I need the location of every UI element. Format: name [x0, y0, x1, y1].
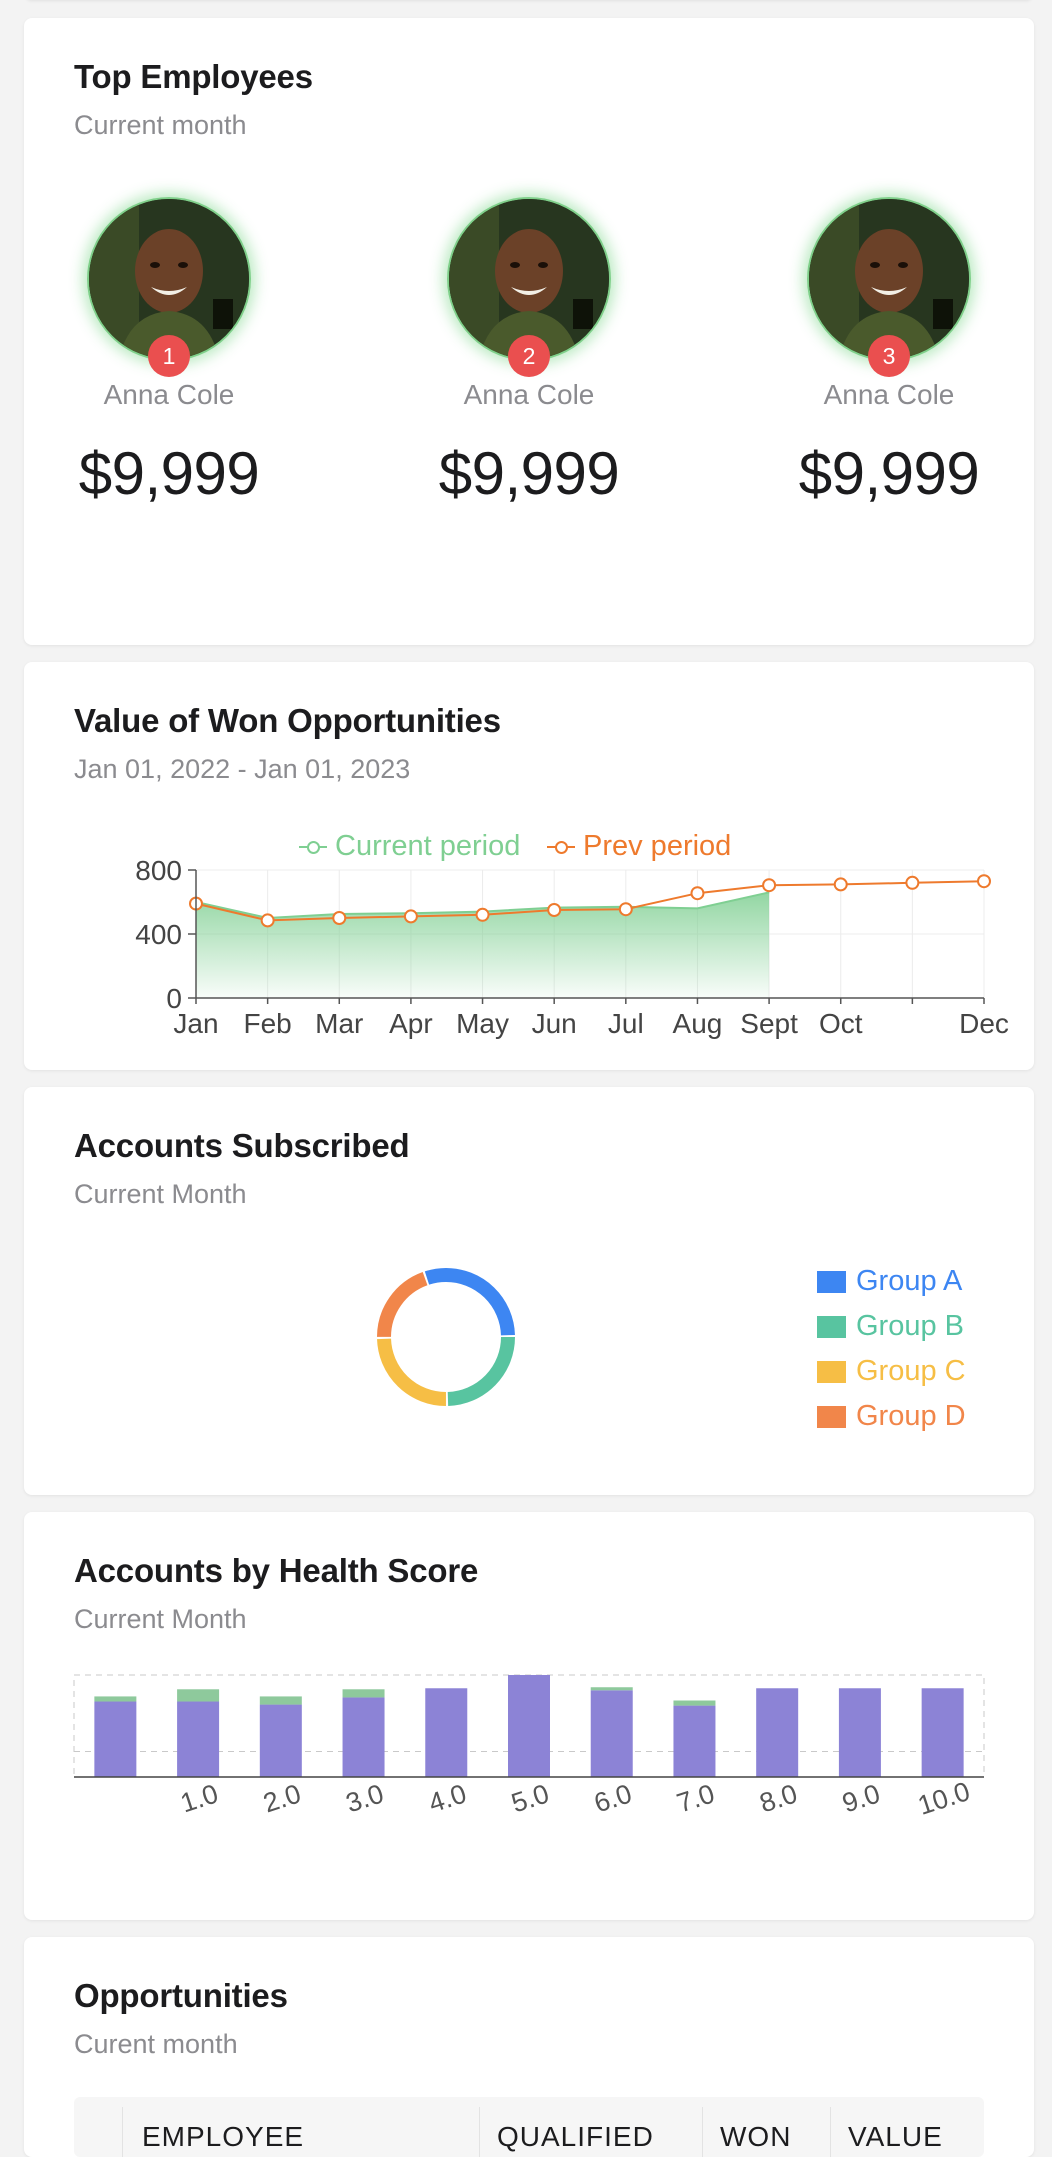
rank-badge: 2: [508, 335, 550, 377]
x-tick-label: Dec: [959, 1008, 1009, 1039]
bar-segment-primary: [673, 1705, 716, 1777]
bar-segment-primary: [921, 1688, 964, 1777]
employee-amount: $9,999: [78, 440, 260, 507]
x-tick-label: Feb: [244, 1008, 292, 1039]
bar-segment-primary: [342, 1697, 385, 1777]
prev-period-point: [762, 878, 777, 893]
employee-name: Anna Cole: [823, 379, 955, 410]
bar-segment-secondary: [342, 1689, 385, 1698]
prev-period-point: [260, 913, 275, 928]
employee-amount: $9,999: [438, 440, 620, 507]
employee-card[interactable]: 1 Anna Cole $9,999: [69, 183, 269, 508]
legend-swatch: [817, 1405, 846, 1428]
accounts-subscribed-card: Accounts Subscribed Current Month Group …: [24, 1087, 1034, 1495]
x-tick-label: 4.0: [425, 1778, 470, 1818]
rank-badge: 3: [868, 335, 910, 377]
prev-period-point: [547, 903, 562, 917]
employee-card[interactable]: 2 Anna Cole $9,999: [429, 183, 629, 508]
bar-segment-secondary: [94, 1696, 137, 1702]
prev-period-point: [403, 909, 418, 924]
y-tick-label: 400: [135, 919, 182, 950]
accounts-donut-chart: [377, 1268, 515, 1406]
bar-segment-primary: [756, 1688, 799, 1777]
bar-segment-secondary: [590, 1687, 633, 1691]
health-score-card: Accounts by Health Score Current Month 1…: [24, 1512, 1034, 1920]
won-opportunities-chart: 0400800Jan Feb Mar Apr May Jun Jul Aug Sept Oct De…: [135, 855, 1009, 1039]
legend-group-c[interactable]: Group C: [817, 1349, 966, 1394]
opportunities-card: Opportunities Curent month EMPLOYEE QUAL…: [24, 1937, 1034, 2157]
x-tick-label: 3.0: [342, 1778, 387, 1818]
x-tick-label: Jul: [608, 1008, 644, 1039]
legend-group-d[interactable]: Group D: [817, 1394, 966, 1439]
x-tick-label: Apr: [389, 1008, 433, 1039]
legend-group-b[interactable]: Group B: [817, 1304, 966, 1349]
x-tick-label: May: [456, 1008, 509, 1039]
legend-swatch: [817, 1315, 846, 1338]
x-tick-label: Aug: [673, 1008, 723, 1039]
bar-segment-secondary: [673, 1700, 716, 1706]
card-title: Opportunities: [74, 1977, 288, 2014]
x-tick-label: 6.0: [590, 1778, 635, 1818]
column-divider: [830, 2107, 831, 2157]
column-divider: [702, 2107, 703, 2157]
top-employees-card: Top Employees Current month 1 Anna Cole …: [24, 18, 1034, 645]
bar-segment-primary: [590, 1690, 633, 1777]
employee-name: Anna Cole: [103, 379, 235, 410]
legend-label: Group A: [856, 1265, 963, 1297]
x-tick-label: 9.0: [839, 1778, 884, 1818]
prev-period-point: [833, 877, 848, 892]
column-header-value[interactable]: VALUE: [848, 2121, 943, 2153]
employee-name: Anna Cole: [463, 379, 595, 410]
opportunities-table-header: EMPLOYEE QUALIFIED WON VALUE: [74, 2097, 984, 2157]
column-header-qualified[interactable]: QUALIFIED: [497, 2121, 654, 2153]
prev-period-point: [977, 874, 991, 889]
bar-segment-primary: [259, 1704, 302, 1777]
legend-label: Group C: [856, 1355, 966, 1387]
legend-label: Group D: [856, 1400, 966, 1432]
won-opportunities-card: Value of Won Opportunities Jan 01, 2022 …: [24, 662, 1034, 1070]
x-tick-label: Sept: [740, 1008, 798, 1039]
bar-segment-secondary: [177, 1689, 220, 1702]
prev-period-point: [475, 907, 490, 922]
prev-period-point: [905, 875, 920, 890]
x-tick-label: Jun: [532, 1008, 577, 1039]
bar-segment-primary: [508, 1675, 550, 1777]
card-subtitle: Current month: [74, 110, 247, 140]
prev-period-point: [618, 902, 633, 917]
x-tick-label: 8.0: [756, 1778, 801, 1818]
prev-period-point: [690, 886, 705, 901]
rank-badge: 1: [148, 335, 190, 377]
legend-label: Group B: [856, 1310, 964, 1342]
legend-group-a[interactable]: Group A: [817, 1259, 966, 1304]
bar-segment-secondary: [259, 1696, 302, 1705]
card-subtitle: Curent month: [74, 2029, 238, 2059]
x-tick-label: 1.0: [177, 1778, 222, 1818]
x-tick-label: Jan: [173, 1008, 218, 1039]
bar-segment-primary: [838, 1688, 881, 1777]
donut-legend: Group A Group B Group C Group D: [817, 1259, 966, 1439]
prev-period-point: [332, 911, 347, 925]
column-divider: [479, 2107, 480, 2157]
x-tick-label: 2.0: [260, 1778, 305, 1818]
column-header-employee[interactable]: EMPLOYEE: [142, 2121, 304, 2153]
card-title: Top Employees: [74, 58, 313, 95]
bar-segment-primary: [425, 1688, 468, 1777]
column-divider: [122, 2107, 123, 2157]
employee-card[interactable]: 3 Anna Cole $9,999: [789, 183, 989, 508]
x-tick-label: 5.0: [508, 1778, 553, 1818]
column-header-won[interactable]: WON: [720, 2121, 791, 2153]
x-tick-label: Mar: [315, 1008, 363, 1039]
bar-segment-primary: [94, 1701, 137, 1777]
x-tick-label: Oct: [819, 1008, 863, 1039]
employee-amount: $9,999: [798, 440, 980, 507]
x-tick-label: 7.0: [673, 1778, 718, 1818]
y-tick-label: 800: [135, 855, 182, 886]
health-score-bar-chart: 1.0 2.0 3.0 4.0 5.0 6.0 7.0 8.0 9.0 10.0: [73, 1674, 985, 1821]
x-tick-label: 10.0: [914, 1776, 973, 1821]
legend-swatch: [817, 1270, 846, 1293]
legend-swatch: [817, 1360, 846, 1383]
bar-segment-primary: [177, 1701, 220, 1777]
